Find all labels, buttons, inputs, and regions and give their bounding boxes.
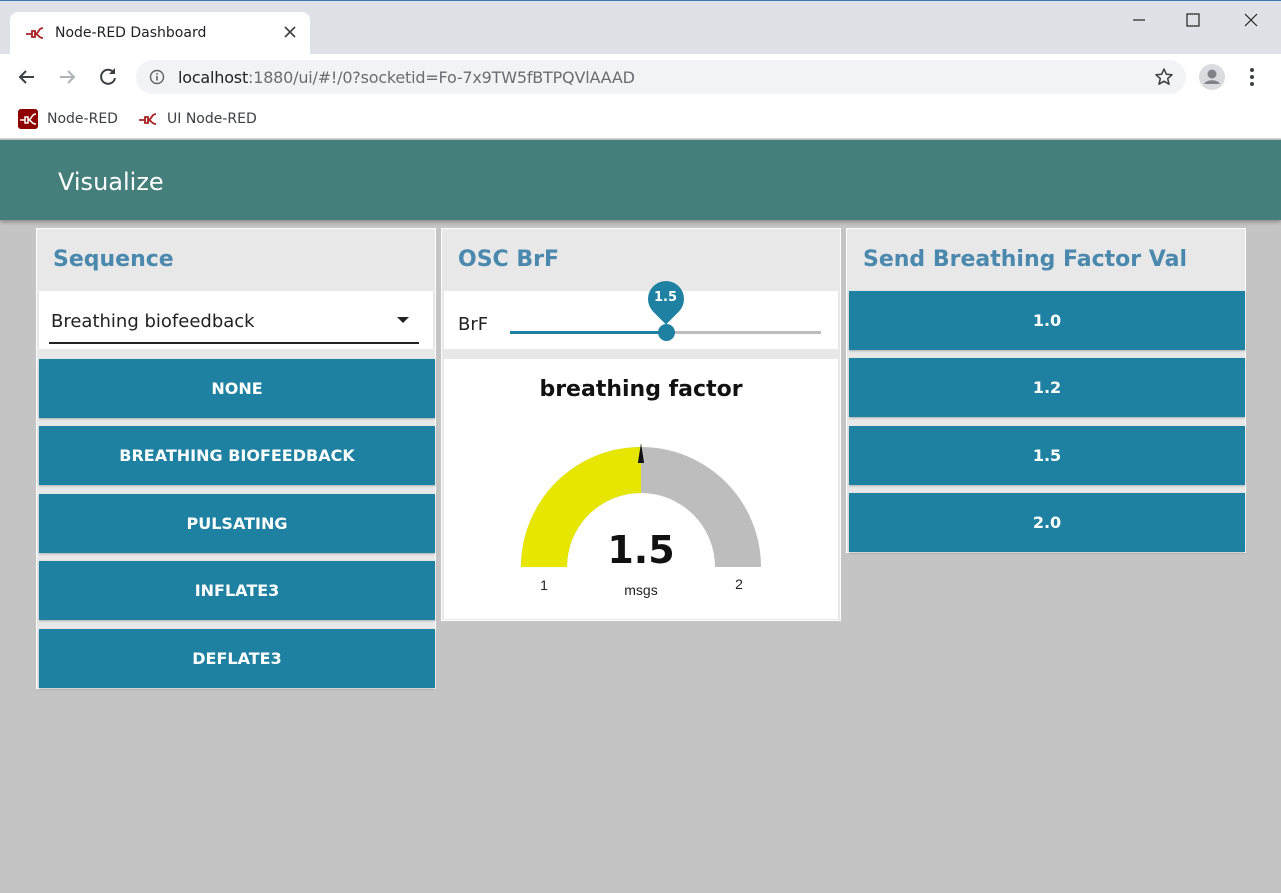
minimize-window-icon[interactable] xyxy=(1124,7,1154,33)
tab-title: Node-RED Dashboard xyxy=(55,25,207,41)
maximize-window-icon[interactable] xyxy=(1178,7,1208,33)
url-text: localhost:1880/ui/#!/0?socketid=Fo-7x9TW… xyxy=(178,68,635,87)
node-red-bookmark-icon xyxy=(18,109,38,129)
osc-title: OSC BrF xyxy=(458,247,559,272)
send-2-0-button[interactable]: 2.0 xyxy=(849,493,1245,552)
gauge-min: 1 xyxy=(540,577,548,593)
slider-label: BrF xyxy=(458,314,489,335)
browser-tabstrip: Node-RED Dashboard xyxy=(0,0,1281,55)
bookmark-label: Node-RED xyxy=(47,111,118,127)
brf-slider-row: BrF 1.5 xyxy=(444,273,838,349)
bookmark-node-red[interactable]: Node-RED xyxy=(18,108,118,130)
back-arrow-icon[interactable] xyxy=(14,64,40,90)
dropdown-underline xyxy=(49,342,419,344)
dashboard-header: Visualize xyxy=(0,140,1281,220)
info-icon[interactable] xyxy=(149,69,165,85)
gauge-panel: breathing factor 1.5 msgs 1 2 xyxy=(444,359,838,619)
bookmark-star-icon[interactable] xyxy=(1154,67,1174,87)
send-1-0-button[interactable]: 1.0 xyxy=(849,291,1245,350)
gauge-value: 1.5 xyxy=(607,528,674,572)
gauge-max: 2 xyxy=(735,576,743,592)
breathing-biofeedback-button[interactable]: BREATHING BIOFEEDBACK xyxy=(39,426,435,485)
pulsating-button[interactable]: PULSATING xyxy=(39,494,435,553)
brf-slider[interactable]: 1.5 xyxy=(510,273,821,341)
page-title: Visualize xyxy=(58,168,164,196)
more-menu-icon[interactable] xyxy=(1244,66,1260,88)
browser-toolbar: localhost:1880/ui/#!/0?socketid=Fo-7x9TW… xyxy=(0,54,1281,100)
send-1-2-button[interactable]: 1.2 xyxy=(849,358,1245,417)
dropdown-value: Breathing biofeedback xyxy=(51,311,255,332)
address-bar[interactable]: localhost:1880/ui/#!/0?socketid=Fo-7x9TW… xyxy=(136,60,1186,94)
sequence-card: Sequence Breathing biofeedback NONE BREA… xyxy=(36,228,436,689)
slider-fill xyxy=(510,331,666,334)
bookmark-label: UI Node-RED xyxy=(167,111,257,127)
slider-thumb[interactable] xyxy=(657,324,675,341)
osc-brf-card: OSC BrF BrF 1.5 breathing factor 1.5 msg… xyxy=(441,228,841,621)
gauge: 1.5 msgs 1 2 xyxy=(521,443,761,598)
gauge-units: msgs xyxy=(624,582,657,598)
send-1-5-button[interactable]: 1.5 xyxy=(849,426,1245,485)
deflate3-button[interactable]: DEFLATE3 xyxy=(39,629,435,688)
sequence-dropdown[interactable]: Breathing biofeedback xyxy=(39,291,433,349)
inflate3-button[interactable]: INFLATE3 xyxy=(39,561,435,620)
bookmarks-bar: Node-RED UI Node-RED xyxy=(0,100,1281,139)
reload-icon[interactable] xyxy=(95,64,121,90)
node-red-icon xyxy=(139,113,157,125)
sequence-title: Sequence xyxy=(53,247,174,272)
send-breathing-factor-card: Send Breathing Factor Val 1.0 1.2 1.5 2.… xyxy=(846,228,1246,553)
none-button[interactable]: NONE xyxy=(39,359,435,418)
slider-value: 1.5 xyxy=(653,290,678,305)
send-title: Send Breathing Factor Val xyxy=(863,247,1187,272)
node-red-icon xyxy=(26,27,44,39)
browser-tab[interactable]: Node-RED Dashboard xyxy=(10,12,310,55)
profile-avatar-icon[interactable] xyxy=(1198,63,1226,91)
caret-down-icon[interactable] xyxy=(397,317,409,323)
close-window-icon[interactable] xyxy=(1236,7,1266,33)
forward-arrow-icon[interactable] xyxy=(54,64,80,90)
close-tab-icon[interactable] xyxy=(282,24,298,40)
bookmark-ui-node-red[interactable]: UI Node-RED xyxy=(138,108,257,130)
